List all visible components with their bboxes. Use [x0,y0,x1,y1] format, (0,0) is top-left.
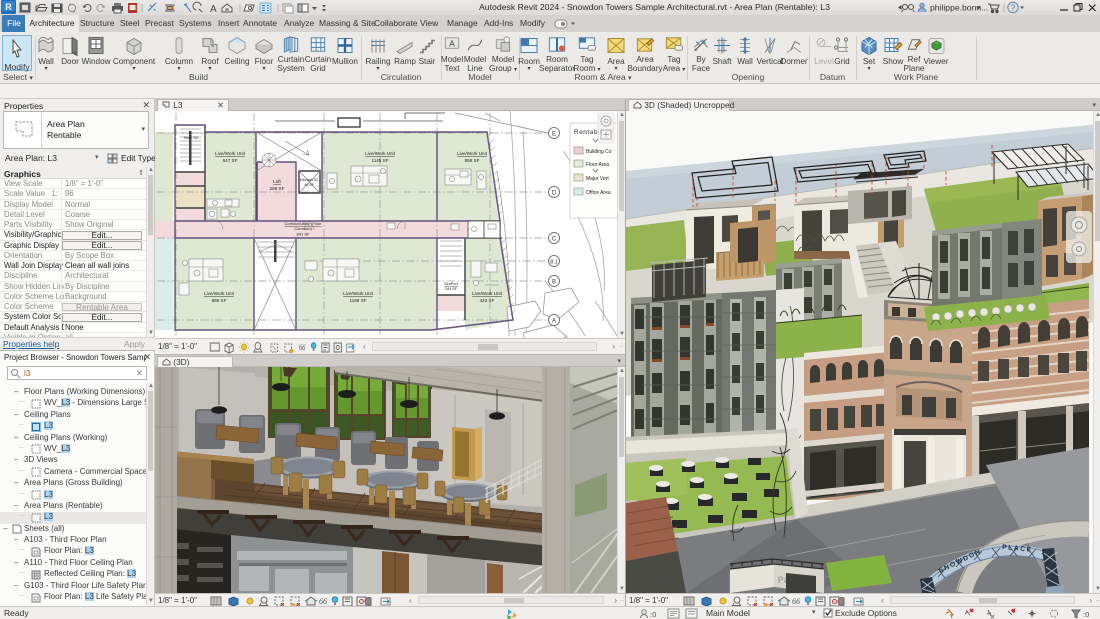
svg-text:R: R [5,2,12,12]
svg-text:856 SF: 856 SF [465,158,480,163]
svg-text:Office Area: Office Area [586,190,611,196]
svg-text:A: A [210,4,217,15]
svg-text:Common): Common) [294,226,312,231]
svg-text:B.1: B.1 [550,260,558,266]
svg-text:66: 66 [792,597,800,606]
svg-text:Major Vert: Major Vert [586,176,609,182]
svg-text:Floor Area: Floor Area [586,162,609,168]
svg-text::0: :0 [1083,610,1089,619]
svg-text:Live/Work Unit: Live/Work Unit [215,151,246,156]
svg-text:841 SF: 841 SF [297,232,310,237]
svg-text:Elevator S2: Elevator S2 [300,178,319,182]
svg-text:1198 SF: 1198 SF [349,298,366,303]
svg-text::0: :0 [650,610,656,619]
svg-text:289 SF: 289 SF [270,186,285,191]
svg-text:66: 66 [299,342,306,352]
svg-text:Stair S2: Stair S2 [184,135,199,140]
svg-text:Live/Work Unit: Live/Work Unit [204,291,235,296]
svg-text:C: C [552,237,557,243]
svg-text:?: ? [1011,3,1016,13]
svg-text:Building Co: Building Co [586,149,612,155]
svg-text:244 SF: 244 SF [445,287,458,291]
svg-text:A: A [552,319,556,325]
svg-text:1145 SF: 1145 SF [371,158,388,163]
svg-text:Live/Work Unit: Live/Work Unit [343,291,374,296]
svg-text:Live/Work Unit: Live/Work Unit [365,151,396,156]
svg-text:66: 66 [319,597,327,606]
svg-text:Live/Work Unit: Live/Work Unit [472,291,503,296]
svg-text:647 SF: 647 SF [223,158,238,163]
svg-text:49 SF: 49 SF [304,183,314,187]
svg-text:E: E [552,132,556,138]
svg-text:Live/Work Unit: Live/Work Unit [457,151,488,156]
svg-text:423 SF: 423 SF [480,298,495,303]
svg-text:Loft: Loft [273,179,281,184]
svg-text:B: B [552,280,556,286]
svg-text:885 SF: 885 SF [212,298,227,303]
svg-text:SeaPort: SeaPort [444,282,459,286]
svg-text:D: D [552,191,557,197]
